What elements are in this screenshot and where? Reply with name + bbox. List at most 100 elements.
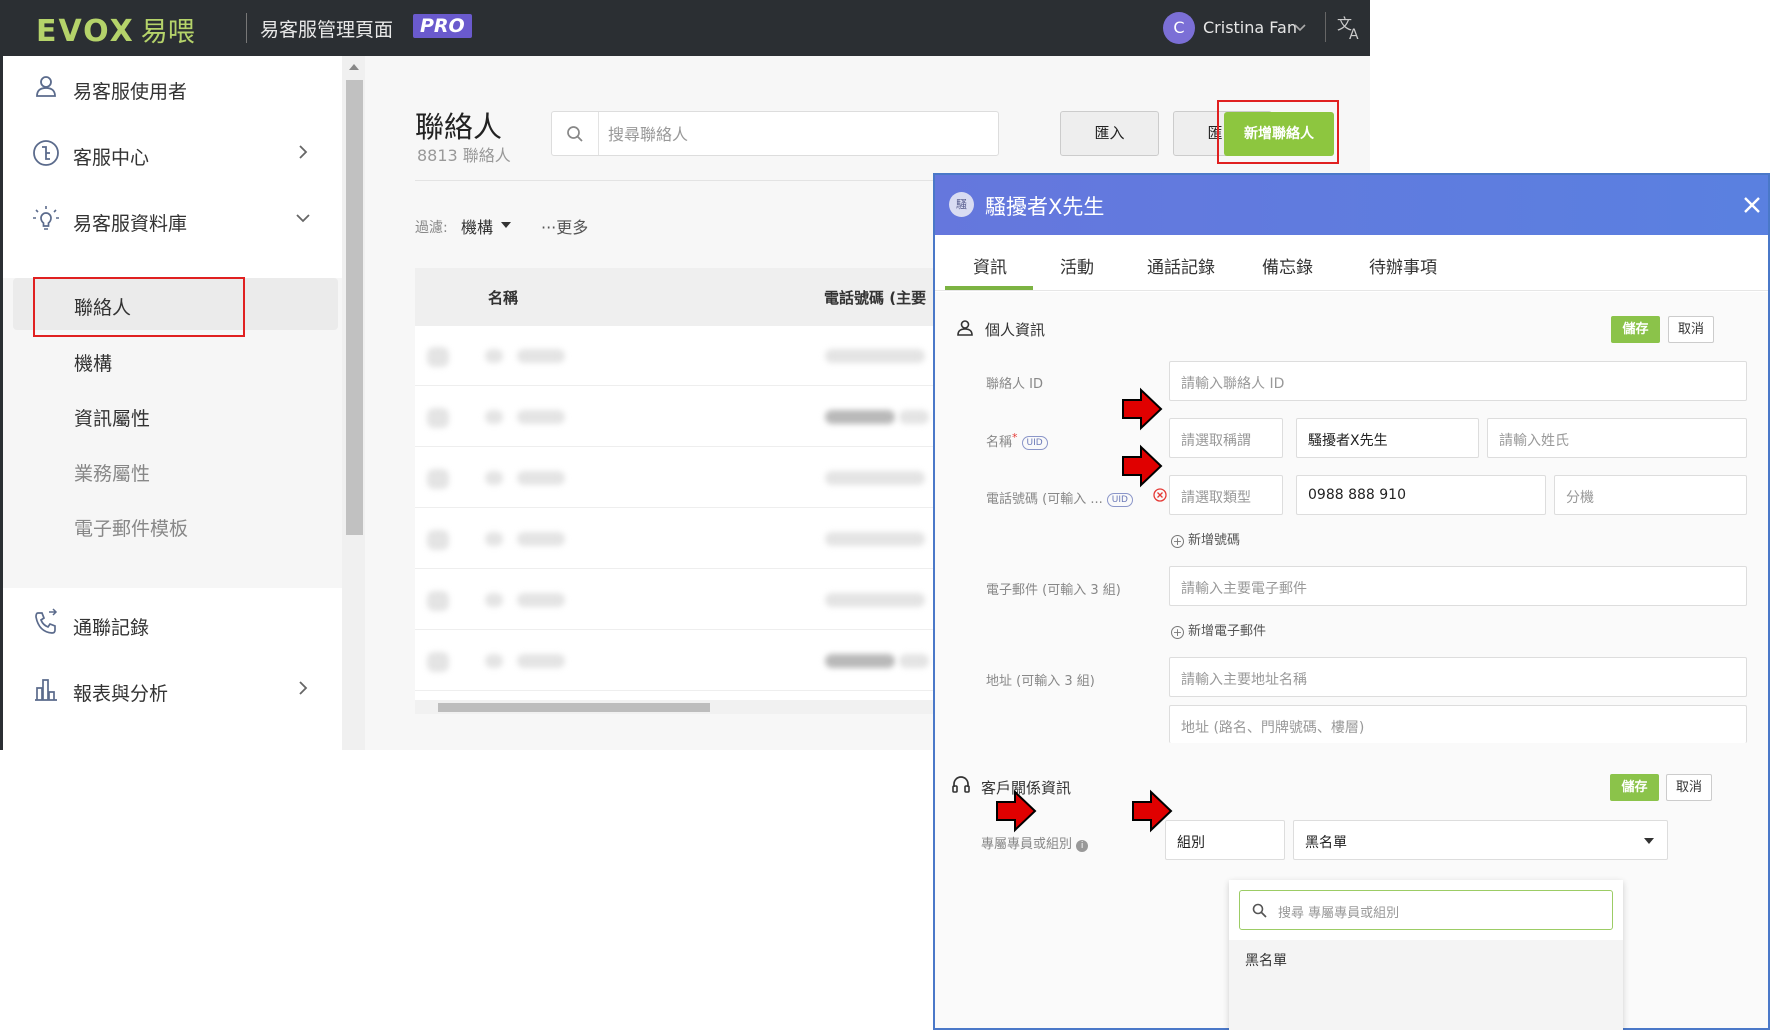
chevron-right-icon [299,145,308,159]
search-input[interactable] [608,120,988,148]
tab-todo[interactable]: 待辦事項 [1369,253,1437,278]
contact-id-label: 聯絡人 ID [986,377,1043,392]
uid-tag: UID [1106,492,1133,507]
sidebar-subitem-organizations[interactable]: 機構 [13,334,338,386]
search-icon [567,126,583,142]
filter-more-label: 更多 [556,218,589,237]
dropdown-option-blacklist[interactable]: 黑名單 [1229,940,1623,1030]
add-phone-label: 新增號碼 [1188,533,1241,548]
name-label: 名稱* UID [986,431,1048,450]
lightbulb-icon [33,206,59,230]
phone-label: 電話號碼 (可輸入 ... UID [986,488,1133,507]
owner-dropdown-menu: 搜尋 專屬專員或組別 黑名單 [1229,880,1623,1030]
name-label-text: 名稱 [986,435,1013,450]
service-center-icon [33,140,59,166]
sidebar-item-reports[interactable]: 報表與分析 [3,658,342,718]
email-input[interactable]: 請輸入主要電子郵件 [1169,566,1747,606]
sidebar-item-label: 易客服資料庫 [73,213,188,235]
panel-header: 騷 騷擾者X先生 [935,175,1768,235]
header-divider [415,180,935,181]
contacts-highlight-box [33,277,245,337]
add-email-label: 新增電子郵件 [1188,624,1267,639]
sidebar-subitem-info-attributes[interactable]: 資訊屬性 [13,389,338,441]
uid-tag: UID [1021,435,1048,450]
tab-memo[interactable]: 備忘錄 [1262,253,1313,278]
owner-value-select[interactable]: 黑名單 [1293,820,1668,860]
red-arrow-icon [1122,387,1163,431]
panel-tabs: 資訊 活動 通話記錄 備忘錄 待辦事項 [935,235,1768,291]
phone-type-select[interactable]: 請選取類型 [1169,475,1283,515]
info-icon: i [1076,840,1089,852]
page-title: 聯絡人 [415,110,503,144]
table-header: 名稱 電話號碼 (主要 [415,268,935,326]
tab-info[interactable]: 資訊 [973,253,1007,278]
extension-input[interactable]: 分機 [1554,475,1747,515]
logo[interactable]: EVOX 易喂 [36,10,195,49]
top-divider [1325,12,1326,42]
caret-down-icon[interactable] [500,221,512,229]
table-row[interactable] [415,326,935,386]
active-tab-indicator [945,286,1033,290]
sidebar-item-service-center[interactable]: 客服中心 [3,122,342,182]
user-name[interactable]: Cristina Fan [1203,18,1297,37]
table-row[interactable] [415,570,935,630]
sidebar-item-database[interactable]: 易客服資料庫 [3,188,342,248]
sidebar-item-call-log[interactable]: 通聯記錄 [3,592,342,652]
add-contact-highlight-box [1217,100,1339,164]
sidebar-subitem-email-templates: 電子郵件模板 [13,499,338,551]
import-button[interactable]: 匯入 [1060,111,1159,156]
sidebar-scroll-thumb[interactable] [346,80,363,535]
plus-circle-icon: + [1171,535,1184,548]
personal-cancel-button[interactable]: 取消 [1668,316,1714,343]
table-row[interactable] [415,448,935,508]
app-title: 易客服管理頁面 [260,19,394,41]
table-row[interactable] [415,509,935,569]
table-row[interactable] [415,387,935,447]
contact-search[interactable] [551,111,999,156]
owner-type-select[interactable]: 組別 [1165,820,1285,860]
red-arrow-icon [996,789,1037,833]
headset-icon [952,776,970,793]
table-row[interactable] [415,631,935,691]
caret-down-icon[interactable] [1643,837,1655,845]
chevron-down-icon[interactable] [1293,20,1307,34]
dropdown-search[interactable]: 搜尋 專屬專員或組別 [1239,890,1613,930]
remove-icon[interactable] [1153,488,1167,502]
salutation-select[interactable]: 請選取稱謂 [1169,418,1283,458]
sidebar-item-users[interactable]: 易客服使用者 [3,56,342,116]
crm-save-button[interactable]: 儲存 [1610,774,1659,801]
translate-icon[interactable]: 文 A [1336,13,1366,41]
phone-number-input[interactable]: 0988 888 910 [1296,475,1546,515]
crm-cancel-button[interactable]: 取消 [1666,774,1712,801]
pro-badge: PRO [413,14,472,38]
add-phone-link[interactable]: + 新增號碼 [1171,529,1240,548]
column-header-name[interactable]: 名稱 [488,287,518,308]
sidebar: 易客服使用者 客服中心 易客服資料庫 聯絡人 機構 資訊屬性 業務屬性 電子郵件… [0,56,342,750]
scroll-up-icon[interactable] [348,62,360,72]
sidebar-subitem-label: 機構 [74,353,113,375]
contacts-table: 名稱 電話號碼 (主要 [415,268,935,714]
contact-id-input[interactable]: 請輸入聯絡人 ID [1169,361,1747,401]
filter-more-button[interactable]: ···更多 [541,214,588,238]
dropdown-option-label: 黑名單 [1245,953,1287,969]
table-scroll-thumb[interactable] [438,703,710,712]
tab-call-records[interactable]: 通話記錄 [1147,253,1215,278]
logo-divider [246,13,247,43]
chevron-right-icon [299,681,308,695]
contact-count: 8813 聯絡人 [417,146,511,165]
filter-label: 過濾: [415,220,448,236]
address-detail-input[interactable]: 地址 (路名、門牌號碼、樓層) [1169,705,1747,743]
surname-input[interactable]: 請輸入姓氏 [1487,418,1747,458]
sidebar-item-label: 客服中心 [73,147,150,169]
personal-save-button[interactable]: 儲存 [1611,316,1660,343]
sidebar-subitem-label: 電子郵件模板 [74,518,189,540]
given-name-input[interactable]: 騷擾者X先生 [1296,418,1479,458]
close-icon[interactable] [1742,195,1762,215]
address-name-input[interactable]: 請輸入主要地址名稱 [1169,657,1747,697]
add-email-link[interactable]: + 新增電子郵件 [1171,620,1266,639]
owner-label: 專屬專員或組別 i [981,833,1089,852]
filter-organization-dropdown[interactable]: 機構 [461,214,493,238]
tab-activity[interactable]: 活動 [1060,253,1094,278]
column-header-phone[interactable]: 電話號碼 (主要 [824,287,926,308]
user-avatar[interactable]: C [1163,12,1195,44]
